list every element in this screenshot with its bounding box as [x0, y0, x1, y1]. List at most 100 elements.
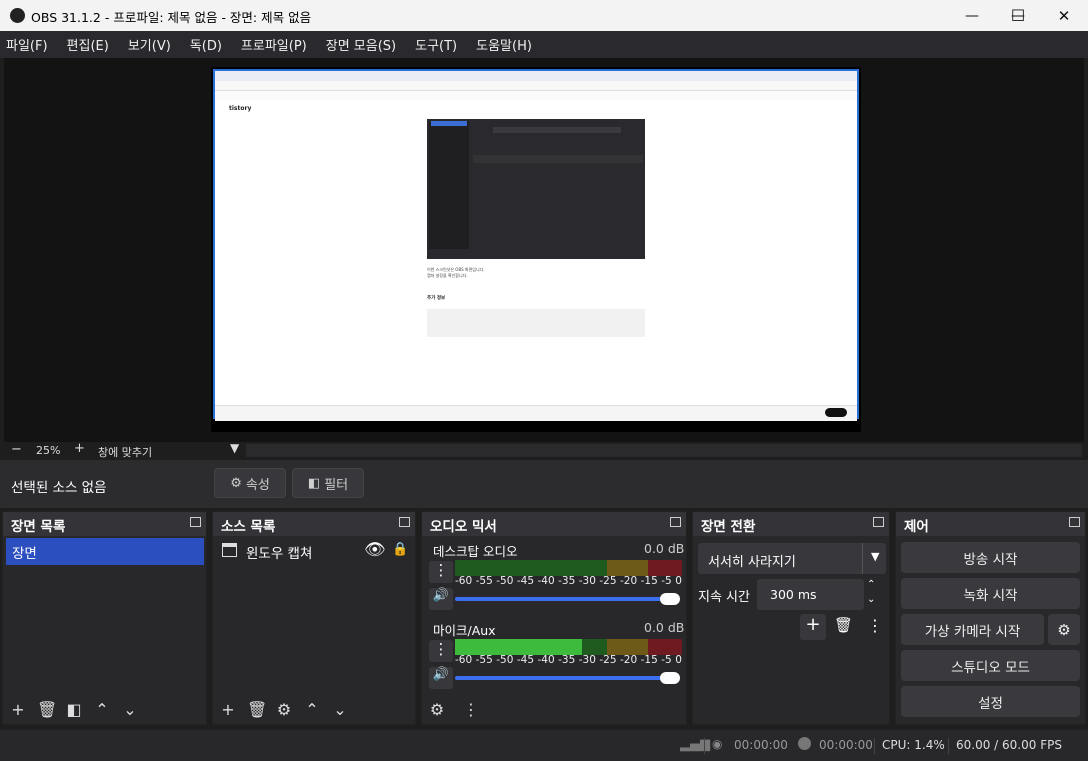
channel-name: 데스크탑 오디오	[433, 544, 518, 559]
cpu-usage: CPU: 1.4%	[882, 738, 945, 752]
speaker-icon[interactable]: 🔊	[429, 667, 453, 689]
sources-dock: 소스 목록 윈도우 캡쳐 👁 🔒 + 🗑 ⚙ ⌃ ⌄	[212, 511, 416, 725]
publish-button	[825, 408, 847, 417]
duration-input[interactable]: 300 ms	[757, 579, 864, 610]
preview-canvas[interactable]: tistory 이번 스크린샷은 OBS 화면입니다. 캡쳐 설정을 확인합니다…	[211, 67, 861, 432]
virtual-camera-settings-icon[interactable]: ⚙	[1048, 614, 1080, 645]
speaker-icon[interactable]: 🔊	[429, 588, 453, 610]
record-timer: 00:00:00	[819, 738, 873, 752]
undock-icon[interactable]	[399, 517, 410, 527]
close-button[interactable]: ✕	[1041, 0, 1087, 31]
gear-icon: ⚙	[230, 475, 242, 491]
blog-title: tistory	[229, 105, 252, 112]
minimize-button-2[interactable]: —	[949, 0, 995, 31]
maximize-button[interactable]: ☐	[995, 0, 1041, 31]
zoom-out-button[interactable]: −	[11, 442, 22, 457]
remove-scene-icon[interactable]: 🗑	[37, 700, 57, 719]
zoom-fit-label[interactable]: 창에 맞추기	[98, 444, 152, 460]
preview-code-block	[427, 309, 645, 337]
window-title: OBS 31.1.2 - 프로파일: 제목 없음 - 장면: 제목 없음	[31, 10, 312, 25]
menu-tools[interactable]: 도구(T)	[413, 35, 459, 54]
move-up-icon[interactable]: ⌃	[303, 700, 321, 719]
zoom-bar: − 25% + 창에 맞추기 ▼	[4, 441, 1084, 460]
properties-button[interactable]: ⚙ 속성	[214, 468, 286, 498]
volume-slider[interactable]	[455, 597, 679, 601]
move-down-icon[interactable]: ⌄	[121, 700, 139, 719]
no-source-selected-label: 선택된 소스 없음	[11, 480, 107, 496]
settings-button[interactable]: 설정	[901, 686, 1080, 717]
undock-icon[interactable]	[1069, 517, 1080, 527]
channel-db: 0.0 dB	[644, 620, 685, 635]
duration-label: 지속 시간	[698, 590, 750, 605]
menu-scene-collection[interactable]: 장면 모음(S)	[324, 35, 398, 54]
scene-filters-icon[interactable]: ◧	[65, 700, 83, 719]
add-transition-icon[interactable]: +	[800, 614, 826, 640]
menu-dock[interactable]: 독(D)	[188, 35, 224, 54]
stream-timer: 00:00:00	[734, 738, 788, 752]
recording-icon	[798, 737, 811, 750]
stepper-up-icon[interactable]: ⌃	[867, 579, 875, 590]
volume-knob[interactable]	[660, 593, 680, 605]
menu-bar: 파일(F) 편집(E) 보기(V) 독(D) 프로파일(P) 장면 모음(S) …	[0, 31, 1088, 58]
visibility-eye-icon[interactable]: 👁	[364, 540, 386, 560]
zoom-in-button[interactable]: +	[74, 441, 85, 456]
move-up-icon[interactable]: ⌃	[93, 700, 111, 719]
undock-icon[interactable]	[670, 517, 681, 527]
channel-db: 0.0 dB	[644, 541, 685, 556]
undock-icon[interactable]	[873, 517, 884, 527]
meter-scale: -60 -55 -50 -45 -40 -35 -30 -25 -20 -15 -5 0	[455, 575, 682, 587]
mic-level-fill	[455, 639, 582, 655]
scene-transitions-dock: 장면 전환 서서히 사라지기 ▼ 지속 시간 300 ms ⌃ ⌄ + 🗑 ⋮	[692, 511, 890, 725]
controls-title: 제어	[896, 512, 1085, 536]
status-bar: ▂▄▆ ◉ 00:00:00 00:00:00 CPU: 1.4% 60.00 …	[0, 730, 1088, 761]
menu-help[interactable]: 도움말(H)	[474, 35, 534, 54]
preview-scrollbar[interactable]	[246, 444, 1082, 457]
menu-view[interactable]: 보기(V)	[126, 35, 173, 54]
start-streaming-button[interactable]: 방송 시작	[901, 542, 1080, 573]
channel-menu-icon[interactable]: ⋮	[429, 640, 453, 662]
volume-slider[interactable]	[455, 676, 679, 680]
streaming-icon: ◉	[712, 737, 723, 751]
source-properties-icon[interactable]: ⚙	[275, 700, 293, 719]
remove-source-icon[interactable]: 🗑	[247, 700, 267, 719]
mixer-menu-icon[interactable]: ⋮	[462, 700, 480, 719]
start-recording-button[interactable]: 녹화 시작	[901, 578, 1080, 609]
menu-edit[interactable]: 편집(E)	[65, 35, 111, 54]
transition-menu-icon[interactable]: ⋮	[867, 616, 883, 635]
editor-bottom-bar	[215, 405, 857, 421]
audio-meter	[455, 560, 682, 576]
zoom-dropdown-icon[interactable]: ▼	[230, 441, 239, 455]
zoom-value: 25%	[36, 444, 61, 457]
preview-text: 이번 스크린샷은 OBS 화면입니다. 캡쳐 설정을 확인합니다.	[427, 267, 485, 278]
channel-menu-icon[interactable]: ⋮	[429, 561, 453, 583]
scene-item[interactable]: 장면	[6, 538, 204, 565]
add-source-icon[interactable]: +	[219, 700, 237, 719]
scenes-title: 장면 목록	[3, 512, 206, 536]
undock-icon[interactable]	[190, 517, 201, 527]
scenes-dock: 장면 목록 장면 + 🗑 ◧ ⌃ ⌄	[2, 511, 207, 725]
filter-icon: ◧	[307, 475, 321, 491]
add-scene-icon[interactable]: +	[9, 700, 27, 719]
browser-tabs	[215, 71, 857, 81]
title-bar: OBS 31.1.2 - 프로파일: 제목 없음 - 장면: 제목 없음 —	[0, 0, 1088, 31]
remove-transition-icon[interactable]: 🗑	[834, 616, 853, 634]
bookmarks-bar	[215, 91, 857, 100]
audio-mixer-dock: 오디오 믹서 데스크탑 오디오 0.0 dB ⋮ -60 -55 -50 -45 -40…	[421, 511, 687, 725]
move-down-icon[interactable]: ⌄	[331, 700, 349, 719]
volume-knob[interactable]	[660, 672, 680, 684]
stepper-down-icon[interactable]: ⌄	[867, 594, 875, 605]
menu-profile[interactable]: 프로파일(P)	[239, 35, 309, 54]
source-item[interactable]: 윈도우 캡쳐 👁 🔒	[216, 540, 412, 566]
source-name: 윈도우 캡쳐	[246, 546, 313, 562]
transition-select[interactable]: 서서히 사라지기 ▼	[698, 543, 886, 574]
studio-mode-button[interactable]: 스튜디오 모드	[901, 650, 1080, 681]
transitions-title: 장면 전환	[693, 512, 889, 536]
obs-logo-icon	[10, 8, 25, 23]
browser-address-bar	[215, 81, 857, 91]
start-virtual-camera-button[interactable]: 가상 카메라 시작	[901, 614, 1044, 645]
mixer-settings-icon[interactable]: ⚙	[428, 700, 446, 719]
preview-section: 추가 정보	[427, 296, 446, 301]
menu-file[interactable]: 파일(F)	[4, 35, 50, 54]
lock-icon[interactable]: 🔒	[392, 542, 408, 557]
filters-button[interactable]: ◧ 필터	[292, 468, 364, 498]
